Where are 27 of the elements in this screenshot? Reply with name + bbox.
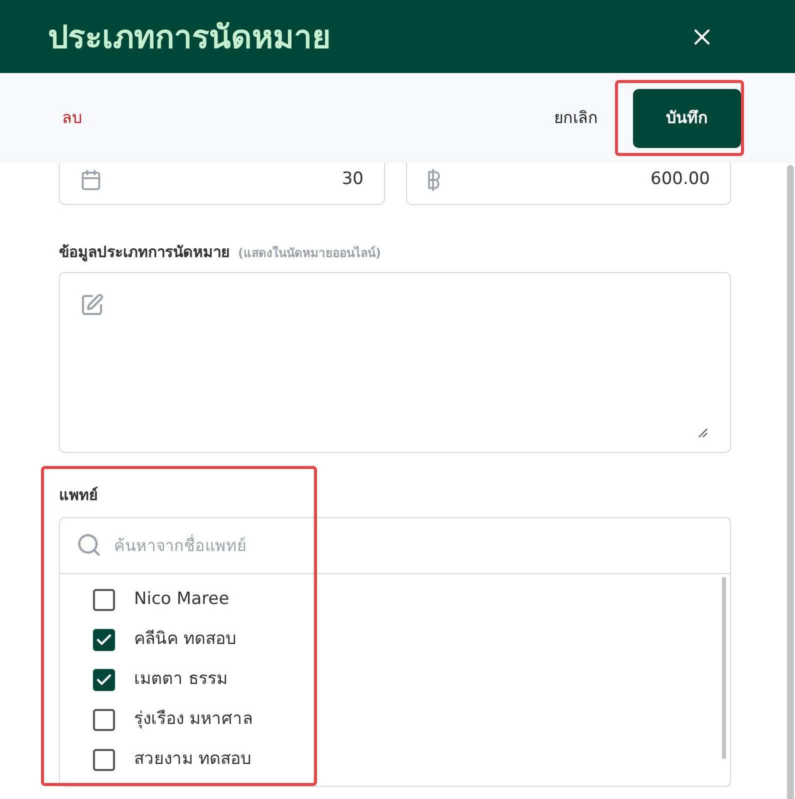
checkbox[interactable] bbox=[93, 748, 115, 770]
field-label: แพทย์ bbox=[59, 486, 98, 504]
window-title: ประเภทการนัดหมาย bbox=[48, 16, 331, 58]
field-label: ข้อมูลประเภทการนัดหมาย bbox=[59, 242, 230, 264]
doctor-option[interactable]: Nico Maree bbox=[93, 580, 230, 620]
doctor-option[interactable]: รุ่งเรือง มหาศาล bbox=[93, 700, 252, 740]
doctor-option[interactable]: คลีนิค ทดสอบ bbox=[93, 620, 236, 660]
calendar-icon bbox=[80, 169, 102, 191]
delete-button[interactable]: ลบ bbox=[62, 106, 82, 130]
doctor-option[interactable]: สวยงาม ทดสอบ bbox=[93, 740, 252, 780]
resize-handle-icon bbox=[698, 428, 708, 438]
search-field[interactable]: ค้นหาจากชื่อแพทย์ bbox=[114, 518, 714, 572]
save-button[interactable]: บันทึก bbox=[633, 88, 741, 148]
checkbox[interactable] bbox=[93, 668, 115, 690]
pencil-icon bbox=[80, 292, 104, 316]
price-field[interactable]: 600.00 bbox=[406, 163, 731, 205]
checkbox[interactable] bbox=[93, 628, 115, 650]
scrollbar[interactable] bbox=[722, 576, 726, 758]
field-hint: (แสดงในนัดหมายออนไลน์) bbox=[238, 244, 381, 262]
baht-icon bbox=[426, 168, 440, 192]
duration-field[interactable]: 30 bbox=[59, 163, 384, 205]
search-icon bbox=[76, 532, 102, 558]
checkbox[interactable] bbox=[93, 588, 115, 610]
doctor-option[interactable]: เมตตา ธรรม bbox=[93, 660, 228, 700]
cancel-button[interactable]: ยกเลิก bbox=[554, 106, 598, 130]
page-scrollbar[interactable] bbox=[787, 165, 794, 799]
checkbox[interactable] bbox=[93, 708, 115, 730]
